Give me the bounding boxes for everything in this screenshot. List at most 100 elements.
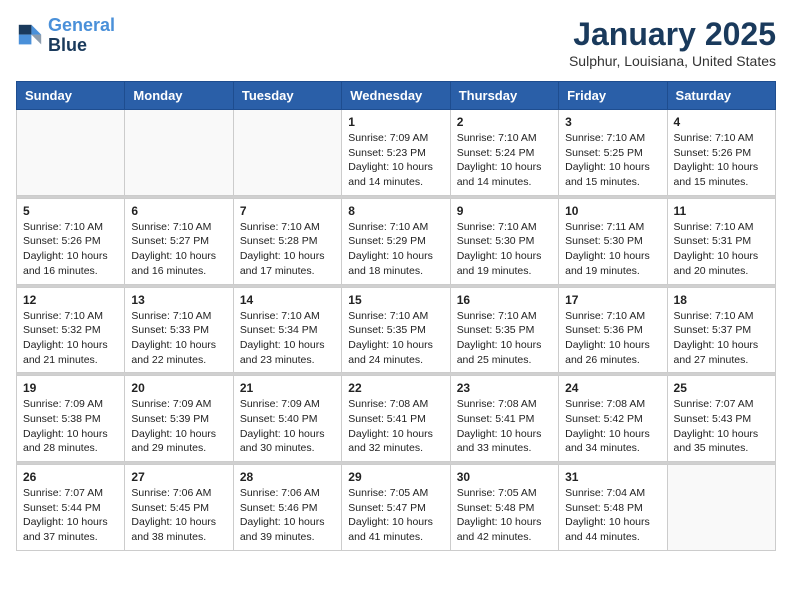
day-info: Sunrise: 7:11 AM Sunset: 5:30 PM Dayligh… (565, 220, 660, 279)
calendar-cell: 16 Sunrise: 7:10 AM Sunset: 5:35 PM Dayli… (450, 287, 558, 373)
day-info: Sunrise: 7:10 AM Sunset: 5:30 PM Dayligh… (457, 220, 552, 279)
day-number: 12 (23, 293, 118, 307)
day-number: 25 (674, 381, 769, 395)
calendar-cell: 20 Sunrise: 7:09 AM Sunset: 5:39 PM Dayli… (125, 376, 233, 462)
day-info: Sunrise: 7:10 AM Sunset: 5:24 PM Dayligh… (457, 131, 552, 190)
calendar-cell: 24 Sunrise: 7:08 AM Sunset: 5:42 PM Dayli… (559, 376, 667, 462)
calendar-cell: 23Sunrise: 7:08 AM Sunset: 5:41 PM Dayli… (450, 376, 558, 462)
calendar-cell: 14 Sunrise: 7:10 AM Sunset: 5:34 PM Dayli… (233, 287, 341, 373)
calendar-cell: 15 Sunrise: 7:10 AM Sunset: 5:35 PM Dayli… (342, 287, 450, 373)
calendar-cell: 19 Sunrise: 7:09 AM Sunset: 5:38 PM Dayli… (17, 376, 125, 462)
day-number: 2 (457, 115, 552, 129)
calendar-cell: 5Sunrise: 7:10 AM Sunset: 5:26 PM Daylig… (17, 198, 125, 284)
calendar-cell: 1Sunrise: 7:09 AM Sunset: 5:23 PM Daylig… (342, 110, 450, 196)
day-number: 1 (348, 115, 443, 129)
day-number: 5 (23, 204, 118, 218)
day-info: Sunrise: 7:06 AM Sunset: 5:45 PM Dayligh… (131, 486, 226, 545)
week-row-2: 5Sunrise: 7:10 AM Sunset: 5:26 PM Daylig… (17, 198, 776, 284)
calendar-cell: 30Sunrise: 7:05 AM Sunset: 5:48 PM Dayli… (450, 465, 558, 551)
day-info: Sunrise: 7:10 AM Sunset: 5:32 PM Dayligh… (23, 309, 118, 368)
day-info: Sunrise: 7:10 AM Sunset: 5:37 PM Dayligh… (674, 309, 769, 368)
day-number: 26 (23, 470, 118, 484)
calendar-cell: 18Sunrise: 7:10 AM Sunset: 5:37 PM Dayli… (667, 287, 775, 373)
day-number: 17 (565, 293, 660, 307)
logo: GeneralBlue (16, 16, 115, 56)
day-number: 16 (457, 293, 552, 307)
calendar-cell: 7Sunrise: 7:10 AM Sunset: 5:28 PM Daylig… (233, 198, 341, 284)
day-number: 8 (348, 204, 443, 218)
calendar-cell: 2 Sunrise: 7:10 AM Sunset: 5:24 PM Daylig… (450, 110, 558, 196)
day-info: Sunrise: 7:10 AM Sunset: 5:28 PM Dayligh… (240, 220, 335, 279)
day-info: Sunrise: 7:10 AM Sunset: 5:26 PM Dayligh… (674, 131, 769, 190)
calendar: SundayMondayTuesdayWednesdayThursdayFrid… (16, 81, 776, 551)
day-info: Sunrise: 7:10 AM Sunset: 5:31 PM Dayligh… (674, 220, 769, 279)
day-number: 23 (457, 381, 552, 395)
calendar-header-row: SundayMondayTuesdayWednesdayThursdayFrid… (17, 82, 776, 110)
calendar-cell: 8 Sunrise: 7:10 AM Sunset: 5:29 PM Daylig… (342, 198, 450, 284)
calendar-cell: 12 Sunrise: 7:10 AM Sunset: 5:32 PM Dayli… (17, 287, 125, 373)
day-info: Sunrise: 7:09 AM Sunset: 5:40 PM Dayligh… (240, 397, 335, 456)
day-number: 3 (565, 115, 660, 129)
calendar-cell: 13 Sunrise: 7:10 AM Sunset: 5:33 PM Dayli… (125, 287, 233, 373)
calendar-cell (233, 110, 341, 196)
calendar-header-wednesday: Wednesday (342, 82, 450, 110)
day-info: Sunrise: 7:10 AM Sunset: 5:36 PM Dayligh… (565, 309, 660, 368)
calendar-header-friday: Friday (559, 82, 667, 110)
calendar-cell: 29 Sunrise: 7:05 AM Sunset: 5:47 PM Dayli… (342, 465, 450, 551)
calendar-cell: 21 Sunrise: 7:09 AM Sunset: 5:40 PM Dayli… (233, 376, 341, 462)
day-info: Sunrise: 7:10 AM Sunset: 5:33 PM Dayligh… (131, 309, 226, 368)
day-number: 21 (240, 381, 335, 395)
calendar-cell: 4 Sunrise: 7:10 AM Sunset: 5:26 PM Daylig… (667, 110, 775, 196)
calendar-header-tuesday: Tuesday (233, 82, 341, 110)
week-row-3: 12 Sunrise: 7:10 AM Sunset: 5:32 PM Dayli… (17, 287, 776, 373)
day-info: Sunrise: 7:07 AM Sunset: 5:43 PM Dayligh… (674, 397, 769, 456)
day-number: 29 (348, 470, 443, 484)
day-number: 11 (674, 204, 769, 218)
page-header: GeneralBlue January 2025 Sulphur, Louisi… (16, 16, 776, 69)
day-number: 4 (674, 115, 769, 129)
week-row-1: 1Sunrise: 7:09 AM Sunset: 5:23 PM Daylig… (17, 110, 776, 196)
day-info: Sunrise: 7:09 AM Sunset: 5:39 PM Dayligh… (131, 397, 226, 456)
day-number: 24 (565, 381, 660, 395)
day-info: Sunrise: 7:10 AM Sunset: 5:29 PM Dayligh… (348, 220, 443, 279)
day-number: 20 (131, 381, 226, 395)
calendar-cell: 25 Sunrise: 7:07 AM Sunset: 5:43 PM Dayli… (667, 376, 775, 462)
calendar-cell (125, 110, 233, 196)
calendar-cell (667, 465, 775, 551)
week-row-5: 26 Sunrise: 7:07 AM Sunset: 5:44 PM Dayli… (17, 465, 776, 551)
day-info: Sunrise: 7:05 AM Sunset: 5:47 PM Dayligh… (348, 486, 443, 545)
day-number: 31 (565, 470, 660, 484)
day-number: 14 (240, 293, 335, 307)
day-number: 22 (348, 381, 443, 395)
calendar-cell (17, 110, 125, 196)
calendar-cell: 17 Sunrise: 7:10 AM Sunset: 5:36 PM Dayli… (559, 287, 667, 373)
calendar-cell: 3Sunrise: 7:10 AM Sunset: 5:25 PM Daylig… (559, 110, 667, 196)
day-number: 28 (240, 470, 335, 484)
calendar-cell: 27 Sunrise: 7:06 AM Sunset: 5:45 PM Dayli… (125, 465, 233, 551)
day-number: 15 (348, 293, 443, 307)
day-info: Sunrise: 7:10 AM Sunset: 5:35 PM Dayligh… (348, 309, 443, 368)
day-number: 19 (23, 381, 118, 395)
day-info: Sunrise: 7:10 AM Sunset: 5:35 PM Dayligh… (457, 309, 552, 368)
main-title: January 2025 (569, 16, 776, 53)
calendar-cell: 26 Sunrise: 7:07 AM Sunset: 5:44 PM Dayli… (17, 465, 125, 551)
day-number: 9 (457, 204, 552, 218)
day-number: 13 (131, 293, 226, 307)
day-number: 6 (131, 204, 226, 218)
calendar-header-saturday: Saturday (667, 82, 775, 110)
calendar-header-thursday: Thursday (450, 82, 558, 110)
day-info: Sunrise: 7:08 AM Sunset: 5:42 PM Dayligh… (565, 397, 660, 456)
calendar-header-monday: Monday (125, 82, 233, 110)
subtitle: Sulphur, Louisiana, United States (569, 53, 776, 69)
day-info: Sunrise: 7:08 AM Sunset: 5:41 PM Dayligh… (348, 397, 443, 456)
day-info: Sunrise: 7:09 AM Sunset: 5:38 PM Dayligh… (23, 397, 118, 456)
day-info: Sunrise: 7:07 AM Sunset: 5:44 PM Dayligh… (23, 486, 118, 545)
calendar-cell: 22 Sunrise: 7:08 AM Sunset: 5:41 PM Dayli… (342, 376, 450, 462)
day-info: Sunrise: 7:05 AM Sunset: 5:48 PM Dayligh… (457, 486, 552, 545)
day-number: 27 (131, 470, 226, 484)
calendar-cell: 28Sunrise: 7:06 AM Sunset: 5:46 PM Dayli… (233, 465, 341, 551)
title-block: January 2025 Sulphur, Louisiana, United … (569, 16, 776, 69)
day-info: Sunrise: 7:10 AM Sunset: 5:34 PM Dayligh… (240, 309, 335, 368)
week-row-4: 19 Sunrise: 7:09 AM Sunset: 5:38 PM Dayli… (17, 376, 776, 462)
calendar-cell: 9 Sunrise: 7:10 AM Sunset: 5:30 PM Daylig… (450, 198, 558, 284)
